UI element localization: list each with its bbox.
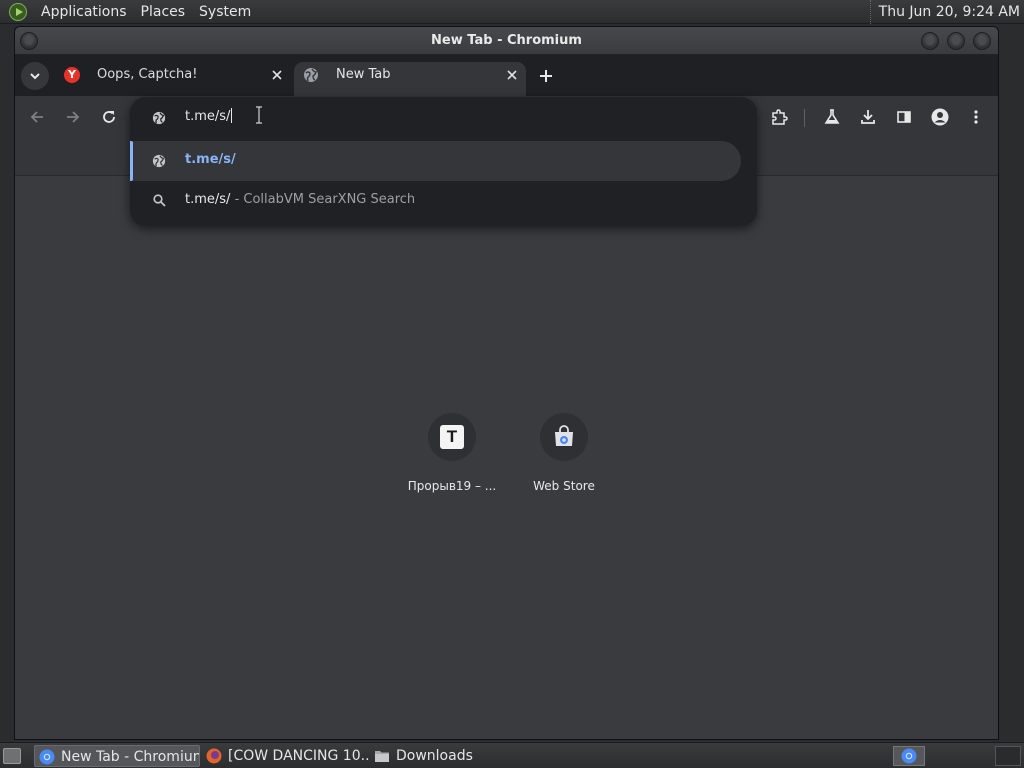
tab-title: New Tab xyxy=(336,67,391,82)
panel-clock[interactable]: Thu Jun 20, 9:24 AM xyxy=(869,0,1020,24)
side-panel-button[interactable] xyxy=(892,105,916,129)
toolbar-separator xyxy=(804,109,805,127)
address-bar-input[interactable]: t.me/s/ xyxy=(185,108,233,124)
globe-icon xyxy=(303,67,319,83)
window-title: New Tab - Chromium xyxy=(431,33,582,48)
suggestion-url-text: t.me/s/ xyxy=(185,152,236,167)
menu-button[interactable] xyxy=(964,105,988,129)
distro-logo-icon[interactable] xyxy=(9,2,27,21)
task-label: New Tab - Chromium xyxy=(61,749,200,765)
web-store-icon xyxy=(555,425,573,446)
extensions-button[interactable] xyxy=(767,105,791,129)
task-cow-dancing[interactable]: [COW DANCING 10... xyxy=(202,745,370,767)
globe-icon xyxy=(151,153,167,169)
puzzle-icon xyxy=(772,109,788,125)
omnibox-popup: t.me/s/ t.me/s/ t.me/s/ - CollabVM SearX… xyxy=(130,97,757,226)
folder-icon xyxy=(375,751,389,762)
show-desktop-icon[interactable] xyxy=(3,748,21,764)
top-panel: Applications Places System Thu Jun 20, 9… xyxy=(0,0,1024,24)
chevron-down-icon xyxy=(30,73,40,80)
chromium-icon xyxy=(39,749,55,765)
new-tab-button[interactable] xyxy=(535,65,557,87)
flask-icon xyxy=(824,109,840,124)
close-tab-icon[interactable] xyxy=(269,67,285,83)
shortcut-label: Прорыв19 – ... xyxy=(407,479,497,493)
address-bar-text: t.me/s/ xyxy=(185,109,231,124)
maximize-button[interactable] xyxy=(947,32,965,50)
shortcut-tile-web-store[interactable]: Web Store xyxy=(508,413,620,493)
new-tab-page: T Прорыв19 – ... Web Store xyxy=(15,176,998,739)
reload-button[interactable] xyxy=(97,105,121,129)
arrow-left-icon xyxy=(30,111,43,123)
places-menu[interactable]: Places xyxy=(134,4,193,20)
workspace-switcher[interactable] xyxy=(995,746,1021,766)
yandex-favicon-icon: Y xyxy=(64,67,80,83)
tab-search-button[interactable] xyxy=(21,62,49,90)
window-titlebar[interactable]: New Tab - Chromium xyxy=(15,27,998,55)
tab-new-tab[interactable]: New Tab xyxy=(294,62,526,96)
tray-chromium-icon[interactable] xyxy=(893,746,925,766)
suggestion-query: t.me/s/ xyxy=(185,192,231,207)
close-window-button[interactable] xyxy=(973,32,991,50)
system-menu[interactable]: System xyxy=(192,4,258,20)
labs-button[interactable] xyxy=(820,105,844,129)
task-chromium[interactable]: New Tab - Chromium xyxy=(34,745,200,767)
downloads-button[interactable] xyxy=(856,105,880,129)
tab-strip: Y Oops, Captcha! New Tab xyxy=(15,55,998,96)
globe-icon xyxy=(151,110,167,126)
search-icon xyxy=(151,192,167,208)
text-caret xyxy=(231,108,233,123)
kebab-menu-icon xyxy=(974,110,978,124)
profile-button[interactable] xyxy=(928,105,952,129)
back-button[interactable] xyxy=(25,105,49,129)
suggestion-search[interactable]: t.me/s/ - CollabVM SearXNG Search xyxy=(130,181,741,221)
plus-icon xyxy=(540,70,552,82)
applications-menu[interactable]: Applications xyxy=(34,4,134,20)
bottom-taskbar: New Tab - Chromium [COW DANCING 10... Do… xyxy=(0,742,1024,768)
task-label: [COW DANCING 10... xyxy=(228,748,370,764)
i-beam-cursor-icon xyxy=(256,106,262,124)
tab-oops-captcha[interactable]: Y Oops, Captcha! xyxy=(55,62,291,96)
task-label: Downloads xyxy=(396,748,473,764)
tab-title: Oops, Captcha! xyxy=(97,67,198,82)
suggestion-url-selected[interactable]: t.me/s/ xyxy=(130,141,741,181)
shortcut-label: Web Store xyxy=(533,479,595,493)
suggestion-search-text: t.me/s/ - CollabVM SearXNG Search xyxy=(185,192,415,207)
arrow-right-icon xyxy=(67,111,80,123)
shortcut-icon xyxy=(540,413,588,461)
shortcut-tile-proryv19[interactable]: T Прорыв19 – ... xyxy=(396,413,508,493)
side-panel-icon xyxy=(897,111,911,123)
avatar-icon xyxy=(931,108,949,126)
download-icon xyxy=(861,110,875,124)
close-tab-icon[interactable] xyxy=(504,67,520,83)
minimize-button[interactable] xyxy=(921,32,939,50)
t-letter-icon: T xyxy=(440,425,464,449)
shortcut-icon: T xyxy=(428,413,476,461)
task-downloads[interactable]: Downloads xyxy=(370,745,490,767)
suggestion-engine: - CollabVM SearXNG Search xyxy=(230,192,416,207)
forward-button[interactable] xyxy=(61,105,85,129)
reload-icon xyxy=(103,111,115,123)
firefox-icon xyxy=(206,748,222,764)
